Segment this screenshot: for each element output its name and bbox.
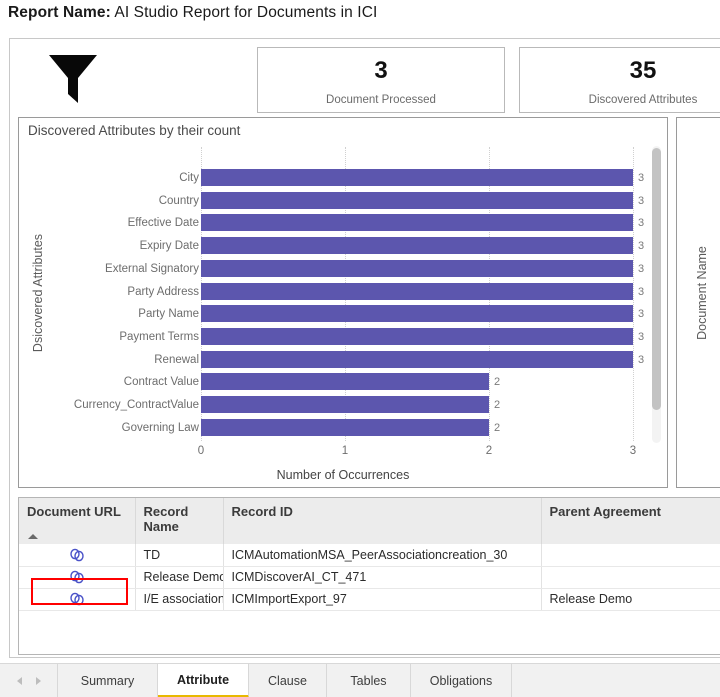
chart-bar-value-label: 3	[638, 354, 644, 366]
chart-category-label: Country	[159, 195, 199, 207]
chart-bar[interactable]	[201, 305, 633, 322]
chart-bar-value-label: 2	[494, 376, 500, 388]
chart-bar[interactable]	[201, 260, 633, 277]
sort-ascending-icon	[28, 534, 38, 539]
chart-bar-value-label: 2	[494, 399, 500, 411]
records-table[interactable]: Document URL Record Name Record ID Paren…	[18, 497, 720, 655]
kpi-label: Discovered Attributes	[520, 94, 720, 106]
tab-tables[interactable]: Tables	[327, 664, 411, 697]
tab-bar-filler	[512, 664, 720, 697]
chart-x-tick-label: 3	[630, 445, 636, 457]
cell-record-name: TD	[135, 544, 223, 566]
chart-category-label: Renewal	[154, 354, 199, 366]
chart-category-label: Party Address	[127, 286, 199, 298]
tab-attribute[interactable]: Attribute	[158, 664, 249, 697]
chart-plot-area: Dsicovered Attributes 333333333222 CityC…	[19, 118, 667, 487]
table-header-row: Document URL Record Name Record ID Paren…	[19, 498, 720, 544]
chart-bar[interactable]	[201, 328, 633, 345]
chart-bar-value-label: 3	[638, 263, 644, 275]
chart-x-tick-label: 2	[486, 445, 492, 457]
column-header-record-name[interactable]: Record Name	[135, 498, 223, 544]
cell-document-url[interactable]	[19, 566, 135, 588]
kpi-value: 3	[258, 59, 504, 83]
chart-bar-value-label: 3	[638, 217, 644, 229]
link-icon[interactable]	[69, 592, 85, 606]
chart-bar-value-label: 3	[638, 286, 644, 298]
column-header-label: Parent Agreement	[550, 504, 662, 519]
chart-bar[interactable]	[201, 237, 633, 254]
chart-bar[interactable]	[201, 169, 633, 186]
document-name-visual[interactable]: Document Name	[676, 117, 720, 488]
chart-bar[interactable]	[201, 214, 633, 231]
chart-gridline	[633, 147, 634, 441]
chart-category-label: Payment Terms	[119, 331, 199, 343]
tab-nav-arrows[interactable]	[0, 664, 58, 697]
cell-parent-agreement: Release Demo	[541, 588, 720, 610]
cell-document-url[interactable]	[19, 544, 135, 566]
chart-scrollbar-thumb[interactable]	[652, 148, 661, 410]
chart-bar[interactable]	[201, 283, 633, 300]
chart-bar-value-label: 2	[494, 422, 500, 434]
tab-obligations[interactable]: Obligations	[411, 664, 512, 697]
chart-x-tick-label: 1	[342, 445, 348, 457]
funnel-icon[interactable]	[44, 50, 102, 108]
chart-category-label: Governing Law	[122, 422, 199, 434]
table-row[interactable]: Release DemoICMDiscoverAI_CT_471	[19, 566, 720, 588]
cell-parent-agreement	[541, 544, 720, 566]
chart-bar-value-label: 3	[638, 331, 644, 343]
kpi-card-discovered-attributes[interactable]: 35 Discovered Attributes	[519, 47, 720, 113]
chart-bar[interactable]	[201, 419, 489, 436]
chart-bar[interactable]	[201, 373, 489, 390]
table-row[interactable]: TDICMAutomationMSA_PeerAssociationcreati…	[19, 544, 720, 566]
kpi-label: Document Processed	[258, 94, 504, 106]
chart-bar[interactable]	[201, 396, 489, 413]
cell-record-id: ICMDiscoverAI_CT_471	[223, 566, 541, 588]
table-row[interactable]: I/E associationICMImportExport_97Release…	[19, 588, 720, 610]
chart-x-axis-title: Number of Occurrences	[19, 468, 667, 482]
bar-chart-visual[interactable]: Discovered Attributes by their count Dsi…	[18, 117, 668, 488]
column-header-parent-agreement[interactable]: Parent Agreement	[541, 498, 720, 544]
chart-bar-value-label: 3	[638, 240, 644, 252]
column-header-label: Document URL	[27, 504, 121, 519]
chart-category-label: Party Name	[138, 308, 199, 320]
cell-record-name: Release Demo	[135, 566, 223, 588]
previous-page-icon[interactable]	[17, 677, 22, 685]
chart-category-label: Effective Date	[128, 217, 199, 229]
tab-summary[interactable]: Summary	[58, 664, 158, 697]
kpi-value: 35	[520, 59, 720, 83]
cell-record-name: I/E association	[135, 588, 223, 610]
report-name-value: AI Studio Report for Documents in ICI	[114, 4, 377, 21]
chart-category-label: Currency_ContractValue	[74, 399, 199, 411]
chart-y-axis-title: Dsicovered Attributes	[31, 218, 45, 368]
chart-bar-value-label: 3	[638, 308, 644, 320]
report-page: Report Name: AI Studio Report for Docume…	[0, 0, 720, 697]
link-icon[interactable]	[69, 570, 85, 584]
chart-bar-value-label: 3	[638, 172, 644, 184]
column-header-label: Record Name	[144, 504, 189, 534]
cell-parent-agreement	[541, 566, 720, 588]
kpi-card-document-processed[interactable]: 3 Document Processed	[257, 47, 505, 113]
chart-bar[interactable]	[201, 192, 633, 209]
cell-document-url[interactable]	[19, 588, 135, 610]
page-title: Report Name: AI Studio Report for Docume…	[8, 4, 377, 22]
chart-category-label: City	[179, 172, 199, 184]
column-header-document-url[interactable]: Document URL	[19, 498, 135, 544]
chart-bar-value-label: 3	[638, 195, 644, 207]
page-tab-bar: SummaryAttributeClauseTablesObligations	[0, 663, 720, 697]
link-icon[interactable]	[69, 547, 85, 561]
column-header-label: Record ID	[232, 504, 293, 519]
chart-x-tick-label: 0	[198, 445, 204, 457]
next-page-icon[interactable]	[36, 677, 41, 685]
cell-record-id: ICMImportExport_97	[223, 588, 541, 610]
tab-clause[interactable]: Clause	[249, 664, 327, 697]
document-name-axis-title: Document Name	[695, 218, 709, 368]
table-body: TDICMAutomationMSA_PeerAssociationcreati…	[19, 544, 720, 610]
report-name-label: Report Name:	[8, 4, 111, 21]
chart-bar[interactable]	[201, 351, 633, 368]
column-header-record-id[interactable]: Record ID	[223, 498, 541, 544]
chart-category-label: Contract Value	[124, 376, 199, 388]
cell-record-id: ICMAutomationMSA_PeerAssociationcreation…	[223, 544, 541, 566]
chart-category-label: Expiry Date	[140, 240, 199, 252]
chart-category-label: External Signatory	[105, 263, 199, 275]
